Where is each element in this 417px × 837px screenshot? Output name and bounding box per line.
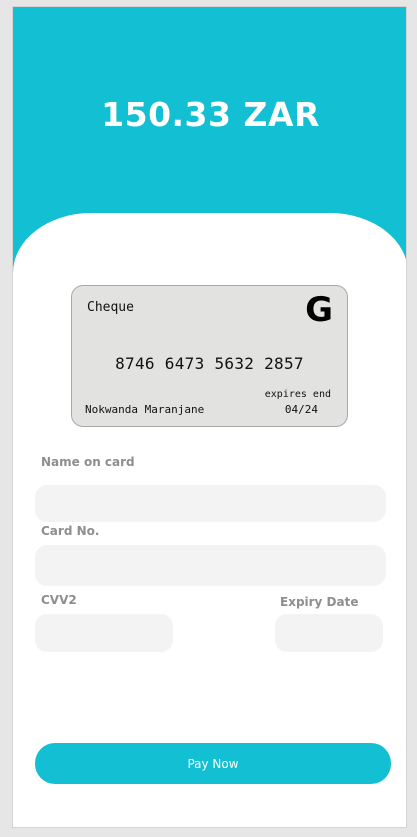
pay-now-button[interactable]: Pay Now [35,743,391,784]
card-preview: Cheque G 8746 6473 5632 2857 expires end… [71,285,348,427]
card-expires-label: expires end [264,389,331,400]
expiry-date-label: Expiry Date [280,595,359,609]
payment-amount: 150.33 ZAR [101,95,320,134]
name-on-card-input[interactable] [35,485,386,522]
card-number-input[interactable] [35,545,386,586]
card-number-label: Card No. [41,524,100,538]
cvv-input[interactable] [35,614,173,652]
card-number: 8746 6473 5632 2857 [115,354,304,373]
card-holder-name: Nokwanda Maranjane [85,403,205,416]
card-type: Cheque [87,300,134,315]
card-expiry: 04/24 [284,403,318,416]
expiry-date-input[interactable] [275,614,383,652]
card-logo: G [305,290,333,330]
name-on-card-label: Name on card [41,455,135,469]
cvv-label: CVV2 [41,593,77,607]
payment-screen: 150.33 ZAR Cheque G 8746 6473 5632 2857 … [12,6,407,828]
